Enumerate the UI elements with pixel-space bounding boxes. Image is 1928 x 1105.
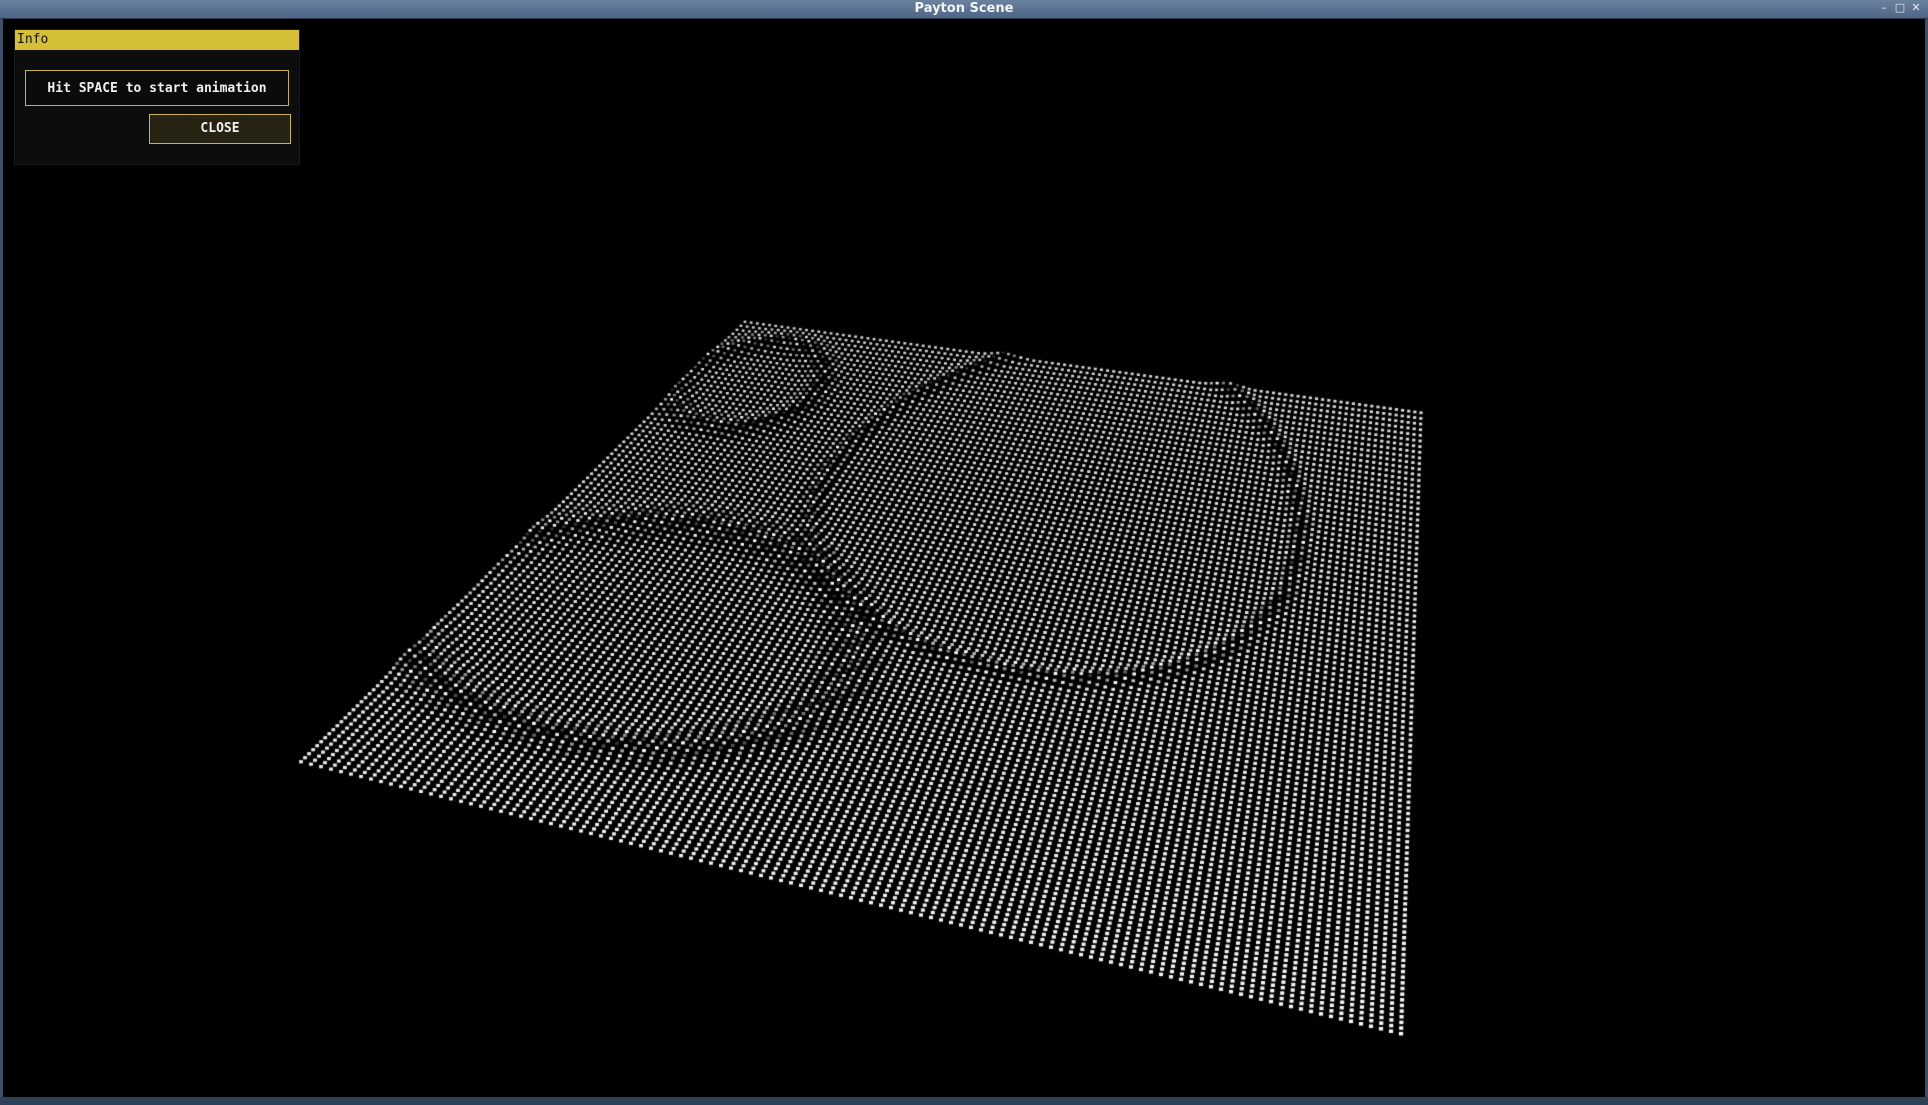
scene-viewport[interactable]: Info Hit SPACE to start animation CLOSE xyxy=(3,19,1925,1097)
window-title: Payton Scene xyxy=(914,1,1014,16)
minimize-button[interactable]: – xyxy=(1878,1,1890,15)
info-panel: Info Hit SPACE to start animation CLOSE xyxy=(14,29,300,165)
window-controls: – □ ✕ xyxy=(1878,1,1922,15)
window-bottom-border xyxy=(0,1097,1928,1105)
app-window: Payton Scene – □ ✕ Info Hit SPACE to sta… xyxy=(0,0,1928,1105)
info-message: Hit SPACE to start animation xyxy=(25,70,289,106)
point-grid-scene[interactable] xyxy=(3,19,1925,1097)
close-window-button[interactable]: ✕ xyxy=(1910,1,1922,15)
title-bar[interactable]: Payton Scene – □ ✕ xyxy=(0,0,1928,19)
close-button[interactable]: CLOSE xyxy=(149,114,291,144)
info-panel-header[interactable]: Info xyxy=(15,30,299,50)
maximize-button[interactable]: □ xyxy=(1894,1,1906,15)
